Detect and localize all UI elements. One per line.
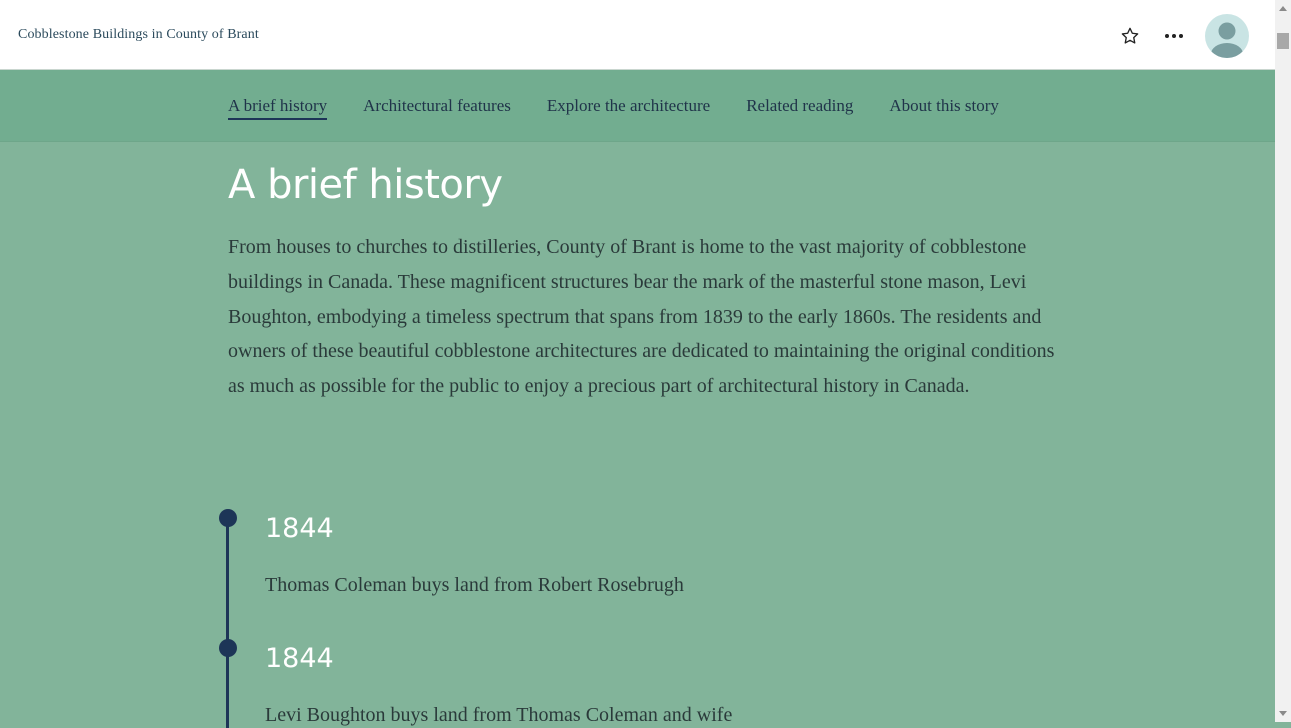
tab-related-reading[interactable]: Related reading (746, 96, 853, 120)
timeline-dot (219, 509, 237, 527)
scroll-thumb[interactable] (1277, 33, 1289, 49)
tab-architectural-features[interactable]: Architectural features (363, 96, 511, 120)
timeline-dot (219, 639, 237, 657)
app-title[interactable]: Cobblestone Buildings in County of Brant (18, 27, 259, 43)
tab-about-this-story[interactable]: About this story (889, 96, 999, 120)
timeline-line (226, 518, 229, 728)
tab-a-brief-history[interactable]: A brief history (228, 96, 328, 120)
scroll-up-arrow-icon[interactable] (1279, 6, 1287, 11)
star-icon[interactable] (1116, 22, 1144, 50)
timeline-year: 1844 (265, 643, 334, 674)
intro-paragraph: From houses to churches to distilleries,… (228, 236, 1055, 398)
tab-explore-the-architecture[interactable]: Explore the architecture (547, 96, 710, 120)
page-title: A brief history (228, 162, 503, 208)
scroll-down-arrow-icon[interactable] (1279, 711, 1287, 716)
nav-tabs: A brief history Architectural features E… (228, 96, 1035, 120)
timeline-description: Thomas Coleman buys land from Robert Ros… (265, 574, 684, 596)
top-bar: Cobblestone Buildings in County of Brant (0, 0, 1275, 70)
more-options-icon[interactable] (1160, 22, 1188, 50)
timeline-year: 1844 (265, 513, 334, 544)
user-avatar-icon[interactable] (1205, 14, 1249, 58)
section-nav: A brief history Architectural features E… (0, 70, 1275, 142)
timeline-description: Levi Boughton buys land from Thomas Cole… (265, 704, 733, 726)
vertical-scrollbar[interactable] (1275, 0, 1291, 722)
